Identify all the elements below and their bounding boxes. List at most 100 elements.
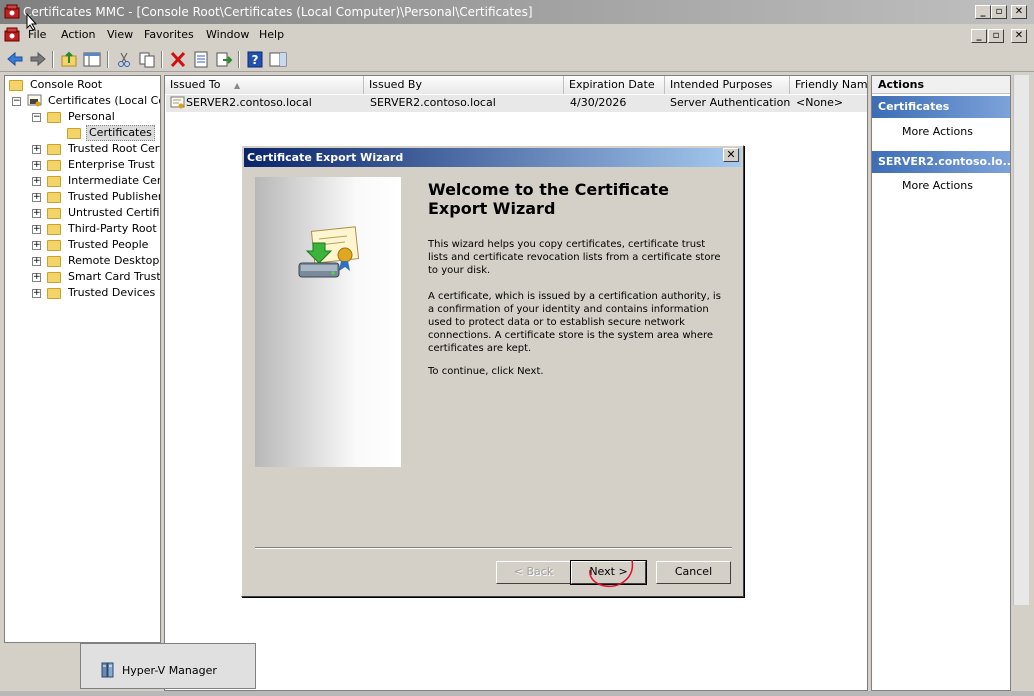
tree-item-label: Remote Desktop [68, 254, 160, 267]
tree-item[interactable]: Certificates [5, 125, 160, 141]
back-icon[interactable] [5, 50, 25, 69]
tree-item[interactable]: − Certificates (Local Com [5, 93, 160, 109]
actions-pane: Actions Certificates More Actions SERVER… [871, 75, 1011, 691]
forward-icon[interactable] [28, 50, 48, 69]
toolbar-separator [107, 51, 109, 68]
vertical-scrollbar[interactable] [1013, 75, 1029, 605]
folder-icon [47, 176, 61, 187]
taskbar-thumbnail[interactable]: Hyper-V Manager [80, 643, 256, 689]
expand-icon[interactable]: + [32, 241, 41, 250]
column-issued-to[interactable]: Issued To ▲ [165, 76, 364, 94]
wizard-description-text: A certificate, which is issued by a cert… [428, 291, 721, 354]
cell-friendly-name: <None> [796, 96, 844, 109]
expand-icon[interactable]: + [32, 177, 41, 186]
collapse-icon[interactable]: − [12, 97, 21, 106]
tree-item[interactable]: + Trusted Root Certi [5, 141, 160, 157]
sort-ascending-icon: ▲ [234, 81, 241, 90]
certificate-export-icon [298, 226, 360, 278]
column-label: Expiration Date [569, 78, 655, 91]
red-annotation-mark [589, 559, 634, 588]
tree-item-label: Trusted People [68, 238, 149, 251]
certificate-store-icon [27, 94, 42, 107]
dialog-separator [255, 547, 732, 549]
action-section-label: Certificates [878, 100, 950, 113]
tree-item[interactable]: + Enterprise Trust [5, 157, 160, 173]
expand-icon[interactable]: + [32, 145, 41, 154]
expand-icon[interactable]: + [32, 257, 41, 266]
tree-item-label: Console Root [30, 78, 103, 91]
wizard-intro-text: This wizard helps you copy certificates,… [428, 239, 721, 276]
cut-icon[interactable] [114, 50, 134, 69]
expand-icon[interactable]: + [32, 209, 41, 218]
folder-icon [47, 224, 61, 235]
folder-icon [47, 272, 61, 283]
tree-item[interactable]: + Untrusted Certifica [5, 205, 160, 221]
action-section-certificates[interactable]: Certificates [872, 96, 1010, 118]
child-restore-button[interactable]: ▫ [988, 29, 1004, 43]
tree-item[interactable]: + Remote Desktop [5, 253, 160, 269]
tree-item-label: Third-Party Root C [68, 222, 161, 235]
tree-item-label: Enterprise Trust [68, 158, 155, 171]
collapse-icon[interactable]: − [32, 113, 41, 122]
tree-item[interactable]: + Trusted Publishers [5, 189, 161, 205]
menu-help[interactable]: Help [259, 28, 284, 41]
folder-icon [47, 288, 61, 299]
tree-item-label: Personal [68, 110, 115, 123]
expand-icon[interactable]: + [32, 193, 41, 202]
export-icon[interactable] [214, 50, 234, 69]
tree-item-label: Trusted Publishers [68, 190, 161, 203]
delete-icon[interactable] [168, 50, 188, 69]
tree-item[interactable]: + Trusted People [5, 237, 160, 253]
tree-item[interactable]: + Third-Party Root C [5, 221, 161, 237]
tree-item[interactable]: + Intermediate Certi [5, 173, 160, 189]
menu-view[interactable]: View [107, 28, 133, 41]
folder-icon [47, 208, 61, 219]
tree-item[interactable]: − Personal [5, 109, 160, 125]
menu-action[interactable]: Action [61, 28, 95, 41]
expand-icon[interactable]: + [32, 289, 41, 298]
show-action-pane-icon[interactable] [268, 50, 288, 69]
folder-icon [47, 160, 61, 171]
tree-item[interactable]: + Smart Card Trusted [5, 269, 161, 285]
column-expiration-date[interactable]: Expiration Date [564, 76, 665, 94]
minimize-button[interactable]: _ [975, 5, 991, 19]
column-intended-purposes[interactable]: Intended Purposes [665, 76, 790, 94]
tree-item-label: Smart Card Trusted [68, 270, 161, 283]
tree-item[interactable]: + Trusted Devices [5, 285, 160, 301]
expand-icon[interactable]: + [32, 225, 41, 234]
restore-button[interactable]: ▫ [991, 5, 1007, 19]
copy-icon[interactable] [137, 50, 157, 69]
up-folder-icon[interactable] [59, 50, 79, 69]
column-friendly-name[interactable]: Friendly Name [790, 76, 868, 94]
child-minimize-button[interactable]: _ [971, 29, 987, 43]
more-actions-link[interactable]: More Actions [902, 125, 973, 138]
action-section-server2[interactable]: SERVER2.contoso.lo... [872, 151, 1010, 173]
window-title: Certificates MMC - [Console Root\Certifi… [23, 5, 533, 19]
tree-item[interactable]: Console Root [5, 77, 160, 93]
tree-item-label: Certificates (Local Com [48, 94, 160, 107]
certificate-icon [170, 96, 185, 109]
column-issued-by[interactable]: Issued By [364, 76, 564, 94]
mmc-app-icon[interactable] [4, 4, 20, 20]
dialog-close-button[interactable]: ✕ [723, 148, 739, 162]
folder-icon [47, 240, 61, 251]
console-doc-icon[interactable] [4, 27, 20, 43]
child-close-button[interactable]: ✕ [1011, 29, 1027, 43]
back-button[interactable]: < Back [496, 561, 571, 584]
certificate-export-wizard-dialog: Certificate Export Wizard ✕ Welcome to t… [241, 145, 744, 597]
list-header: Issued To ▲ Issued By Expiration Date In… [165, 76, 868, 94]
cancel-button[interactable]: Cancel [656, 561, 731, 584]
close-button[interactable]: ✕ [1011, 5, 1027, 19]
expand-icon[interactable]: + [32, 161, 41, 170]
help-icon[interactable]: ? [245, 50, 265, 69]
expand-icon[interactable]: + [32, 273, 41, 282]
taskbar-strip [0, 691, 1034, 696]
toolbar-separator [161, 51, 163, 68]
menu-window[interactable]: Window [206, 28, 249, 41]
column-label: Friendly Name [795, 78, 868, 91]
column-label: Intended Purposes [670, 78, 773, 91]
more-actions-link[interactable]: More Actions [902, 179, 973, 192]
properties-icon[interactable] [191, 50, 211, 69]
menu-favorites[interactable]: Favorites [144, 28, 194, 41]
show-tree-icon[interactable] [82, 50, 102, 69]
